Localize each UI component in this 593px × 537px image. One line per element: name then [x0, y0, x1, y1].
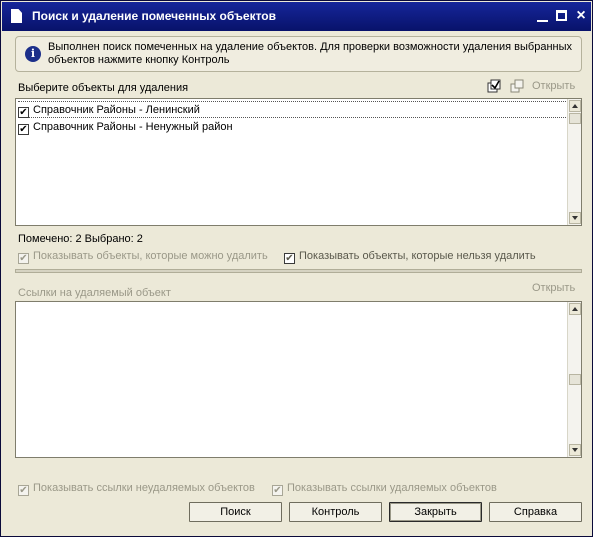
show-non-deletable-refs-filter[interactable]: ✔ Показывать ссылки неудаляемых объектов: [18, 482, 255, 496]
info-icon: i: [25, 46, 41, 62]
maximize-button[interactable]: [554, 8, 570, 24]
title-bar[interactable]: Поиск и удаление помеченных объектов ×: [2, 2, 591, 31]
scroll-thumb[interactable]: [569, 374, 581, 385]
control-button[interactable]: Контроль: [289, 502, 382, 522]
close-window-button[interactable]: ×: [573, 8, 589, 24]
show-non-deletable-checkbox[interactable]: ✔: [284, 253, 295, 264]
list-item[interactable]: ✔ Справочник Районы - Ленинский: [18, 101, 566, 118]
scroll-thumb[interactable]: [569, 113, 581, 124]
objects-section-label: Выберите объекты для удаления: [18, 82, 189, 94]
show-deletable-refs-checkbox[interactable]: ✔: [272, 485, 283, 496]
references-section-label: Ссылки на удаляемый объект: [18, 287, 171, 299]
dialog-window: Поиск и удаление помеченных объектов × i…: [0, 0, 593, 537]
objects-open-link[interactable]: Открыть: [532, 80, 575, 92]
minimize-button[interactable]: [535, 8, 551, 24]
help-button[interactable]: Справка: [489, 502, 582, 522]
objects-list[interactable]: ✔ Справочник Районы - Ленинский ✔ Справочн…: [15, 98, 582, 226]
show-non-deletable-filter[interactable]: ✔ Показывать объекты, которые нельзя удал…: [284, 250, 536, 264]
check-all-icon[interactable]: [487, 79, 501, 93]
show-deletable-filter[interactable]: ✔ Показывать объекты, которые можно удали…: [18, 250, 268, 264]
close-button[interactable]: Закрыть: [389, 502, 482, 522]
list-item[interactable]: ✔ Справочник Районы - Ненужный район: [18, 119, 566, 136]
item-label: Справочник Районы - Ленинский: [33, 104, 200, 116]
window-title: Поиск и удаление помеченных объектов: [32, 9, 276, 23]
references-scrollbar[interactable]: [567, 302, 581, 457]
show-deletable-label: Показывать объекты, которые можно удалит…: [33, 250, 268, 262]
scroll-up-button[interactable]: [569, 303, 581, 315]
show-deletable-checkbox[interactable]: ✔: [18, 253, 29, 264]
document-icon: [11, 9, 22, 23]
scroll-down-button[interactable]: [569, 444, 581, 456]
show-non-deletable-refs-checkbox[interactable]: ✔: [18, 485, 29, 496]
item-checkbox[interactable]: ✔: [18, 124, 29, 135]
references-list[interactable]: [15, 301, 582, 458]
open-copy-icon[interactable]: [510, 79, 524, 93]
scroll-up-button[interactable]: [569, 100, 581, 112]
info-panel: i Выполнен поиск помеченных на удаление …: [15, 36, 582, 72]
objects-scrollbar[interactable]: [567, 99, 581, 225]
show-deletable-refs-filter[interactable]: ✔ Показывать ссылки удаляемых объектов: [272, 482, 497, 496]
item-label: Справочник Районы - Ненужный район: [33, 121, 233, 133]
info-message: Выполнен поиск помеченных на удаление об…: [48, 41, 572, 66]
references-open-link[interactable]: Открыть: [532, 282, 575, 294]
show-non-deletable-refs-label: Показывать ссылки неудаляемых объектов: [33, 482, 255, 494]
item-checkbox[interactable]: ✔: [18, 107, 29, 118]
status-counts: Помечено: 2 Выбрано: 2: [18, 233, 143, 245]
scroll-down-button[interactable]: [569, 212, 581, 224]
search-button[interactable]: Поиск: [189, 502, 282, 522]
show-deletable-refs-label: Показывать ссылки удаляемых объектов: [287, 482, 497, 494]
show-non-deletable-label: Показывать объекты, которые нельзя удали…: [299, 250, 536, 262]
splitter[interactable]: [15, 269, 582, 273]
